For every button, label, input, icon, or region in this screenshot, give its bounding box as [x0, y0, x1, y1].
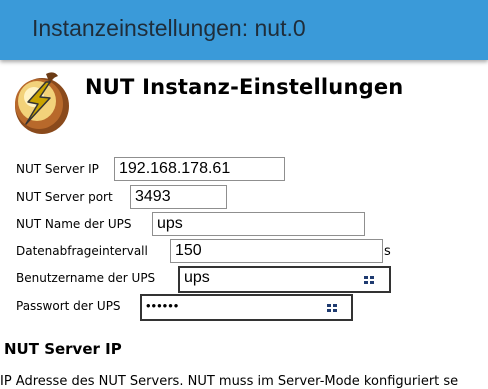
password-manager-icon[interactable]: [364, 276, 374, 284]
username-label: Benutzername der UPS: [16, 271, 156, 285]
help-section-title: NUT Server IP: [4, 340, 122, 358]
window-title: Instanzeinstellungen: nut.0: [32, 15, 306, 41]
help-description: IP Adresse des NUT Servers. NUT muss im …: [0, 374, 459, 389]
password-manager-icon[interactable]: [327, 304, 337, 312]
interval-label: Datenabfrageintervall: [16, 244, 148, 258]
page-heading: NUT Instanz-Einstellungen: [85, 75, 404, 99]
server-ip-input[interactable]: 192.168.178.61: [114, 157, 285, 181]
server-port-input[interactable]: 3493: [130, 185, 227, 209]
interval-input[interactable]: 150: [170, 239, 383, 263]
password-input[interactable]: ••••••: [140, 294, 353, 321]
ups-name-label: NUT Name der UPS: [16, 217, 132, 231]
ups-name-input[interactable]: ups: [152, 212, 365, 236]
interval-suffix: s: [384, 244, 391, 259]
password-label: Passwort der UPS: [16, 299, 121, 313]
username-input[interactable]: ups: [178, 266, 391, 293]
server-ip-label: NUT Server IP: [16, 162, 99, 176]
server-port-label: NUT Server port: [16, 190, 113, 204]
title-bar: Instanzeinstellungen: nut.0: [0, 0, 488, 60]
nut-lightning-logo-icon: [15, 72, 69, 134]
